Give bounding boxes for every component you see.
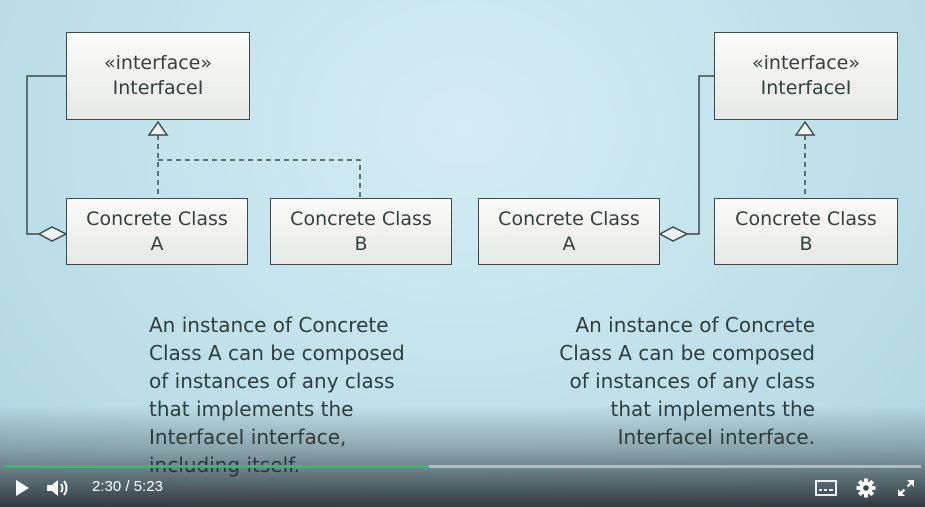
time-separator: / [121, 478, 134, 495]
captions-icon [815, 480, 837, 496]
left-realization-line-b [158, 159, 361, 198]
duration: 5:23 [133, 478, 163, 495]
right-class-b-box: Concrete Class B [714, 198, 898, 265]
play-icon [16, 480, 29, 496]
right-caption: An instance of Concrete Class A can be c… [559, 313, 815, 449]
settings-icon [856, 478, 876, 498]
progress-fill [4, 465, 430, 468]
right-composition-line [687, 75, 714, 235]
left-caption: An instance of Concrete Class A can be c… [149, 313, 405, 477]
class-name-line2: A [562, 232, 576, 255]
fullscreen-button[interactable] [892, 475, 920, 501]
volume-icon [47, 480, 68, 496]
class-name-line1: Concrete Class [290, 207, 432, 230]
settings-button[interactable] [852, 475, 880, 501]
progress-bar[interactable] [4, 465, 921, 468]
left-composition-diamond [37, 226, 68, 242]
class-name-line2: B [354, 232, 368, 255]
video-frame[interactable]: «interface» InterfaceI Concrete Class A … [0, 0, 925, 507]
class-name-line1: Concrete Class [735, 207, 877, 230]
class-name-line2: B [799, 232, 813, 255]
play-button[interactable] [8, 475, 36, 501]
class-name-line1: Concrete Class [498, 207, 640, 230]
current-time: 2:30 [92, 478, 122, 495]
interface-stereotype: «interface» [104, 52, 212, 74]
left-class-b-box: Concrete Class B [270, 198, 452, 265]
right-composition-diamond [658, 226, 689, 242]
player-controls: 2:30 / 5:23 [0, 465, 925, 507]
left-realization-arrowhead [147, 120, 169, 136]
left-class-a-box: Concrete Class A [66, 198, 248, 265]
left-composition-line [26, 75, 66, 235]
interface-name: InterfaceI [112, 77, 204, 99]
class-name-line2: A [150, 232, 164, 255]
class-name-line1: Concrete Class [86, 207, 228, 230]
left-interface-box: «interface» InterfaceI [66, 32, 250, 120]
interface-stereotype: «interface» [752, 52, 860, 74]
right-realization-arrowhead [794, 120, 816, 136]
volume-button[interactable] [44, 475, 72, 501]
fullscreen-icon [898, 480, 914, 496]
right-class-a-box: Concrete Class A [478, 198, 660, 265]
interface-name: InterfaceI [760, 77, 852, 99]
right-interface-box: «interface» InterfaceI [714, 32, 898, 120]
captions-button[interactable] [812, 475, 840, 501]
time-display: 2:30 / 5:23 [92, 478, 163, 495]
